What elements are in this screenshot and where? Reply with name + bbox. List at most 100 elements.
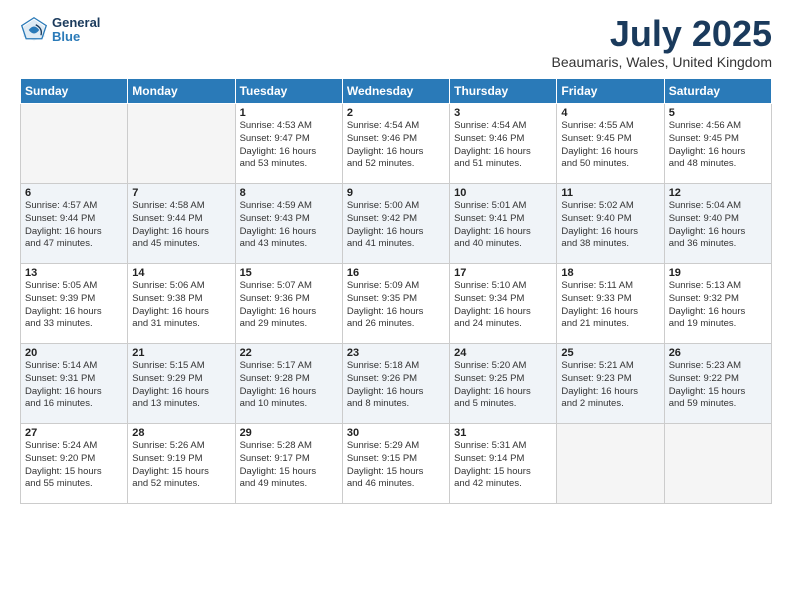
calendar-day-header: Friday	[557, 79, 664, 104]
day-number: 13	[25, 267, 123, 279]
calendar-day-header: Wednesday	[342, 79, 449, 104]
calendar-cell: 26Sunrise: 5:23 AM Sunset: 9:22 PM Dayli…	[664, 344, 771, 424]
day-number: 31	[454, 427, 552, 439]
day-number: 4	[561, 107, 659, 119]
day-number: 30	[347, 427, 445, 439]
calendar-cell: 17Sunrise: 5:10 AM Sunset: 9:34 PM Dayli…	[450, 264, 557, 344]
day-detail: Sunrise: 5:05 AM Sunset: 9:39 PM Dayligh…	[25, 280, 123, 331]
day-number: 20	[25, 347, 123, 359]
title-block: July 2025 Beaumaris, Wales, United Kingd…	[552, 16, 772, 70]
calendar-table: SundayMondayTuesdayWednesdayThursdayFrid…	[20, 78, 772, 504]
calendar-day-header: Tuesday	[235, 79, 342, 104]
day-detail: Sunrise: 5:06 AM Sunset: 9:38 PM Dayligh…	[132, 280, 230, 331]
day-number: 2	[347, 107, 445, 119]
calendar-cell: 3Sunrise: 4:54 AM Sunset: 9:46 PM Daylig…	[450, 104, 557, 184]
logo-general: General	[52, 16, 100, 30]
day-detail: Sunrise: 5:01 AM Sunset: 9:41 PM Dayligh…	[454, 200, 552, 251]
day-detail: Sunrise: 5:23 AM Sunset: 9:22 PM Dayligh…	[669, 360, 767, 411]
day-detail: Sunrise: 5:09 AM Sunset: 9:35 PM Dayligh…	[347, 280, 445, 331]
month-title: July 2025	[552, 16, 772, 52]
day-number: 22	[240, 347, 338, 359]
calendar-cell: 13Sunrise: 5:05 AM Sunset: 9:39 PM Dayli…	[21, 264, 128, 344]
calendar-cell: 9Sunrise: 5:00 AM Sunset: 9:42 PM Daylig…	[342, 184, 449, 264]
logo-blue: Blue	[52, 30, 100, 44]
calendar-day-header: Saturday	[664, 79, 771, 104]
day-number: 6	[25, 187, 123, 199]
page: General Blue July 2025 Beaumaris, Wales,…	[0, 0, 792, 612]
header: General Blue July 2025 Beaumaris, Wales,…	[20, 16, 772, 70]
day-number: 24	[454, 347, 552, 359]
day-number: 11	[561, 187, 659, 199]
calendar-cell: 16Sunrise: 5:09 AM Sunset: 9:35 PM Dayli…	[342, 264, 449, 344]
day-number: 15	[240, 267, 338, 279]
day-detail: Sunrise: 4:57 AM Sunset: 9:44 PM Dayligh…	[25, 200, 123, 251]
day-detail: Sunrise: 5:11 AM Sunset: 9:33 PM Dayligh…	[561, 280, 659, 331]
calendar-cell: 2Sunrise: 4:54 AM Sunset: 9:46 PM Daylig…	[342, 104, 449, 184]
day-number: 12	[669, 187, 767, 199]
day-detail: Sunrise: 4:53 AM Sunset: 9:47 PM Dayligh…	[240, 120, 338, 171]
logo: General Blue	[20, 16, 100, 45]
day-detail: Sunrise: 5:24 AM Sunset: 9:20 PM Dayligh…	[25, 440, 123, 491]
logo-text: General Blue	[52, 16, 100, 45]
calendar-week-row: 1Sunrise: 4:53 AM Sunset: 9:47 PM Daylig…	[21, 104, 772, 184]
calendar-cell: 21Sunrise: 5:15 AM Sunset: 9:29 PM Dayli…	[128, 344, 235, 424]
calendar-cell: 7Sunrise: 4:58 AM Sunset: 9:44 PM Daylig…	[128, 184, 235, 264]
day-number: 7	[132, 187, 230, 199]
calendar-cell: 31Sunrise: 5:31 AM Sunset: 9:14 PM Dayli…	[450, 424, 557, 504]
day-number: 9	[347, 187, 445, 199]
day-detail: Sunrise: 5:21 AM Sunset: 9:23 PM Dayligh…	[561, 360, 659, 411]
day-number: 28	[132, 427, 230, 439]
calendar-cell: 14Sunrise: 5:06 AM Sunset: 9:38 PM Dayli…	[128, 264, 235, 344]
day-number: 17	[454, 267, 552, 279]
calendar-cell: 24Sunrise: 5:20 AM Sunset: 9:25 PM Dayli…	[450, 344, 557, 424]
day-detail: Sunrise: 5:18 AM Sunset: 9:26 PM Dayligh…	[347, 360, 445, 411]
location: Beaumaris, Wales, United Kingdom	[552, 54, 772, 70]
calendar-header-row: SundayMondayTuesdayWednesdayThursdayFrid…	[21, 79, 772, 104]
day-detail: Sunrise: 5:00 AM Sunset: 9:42 PM Dayligh…	[347, 200, 445, 251]
calendar-day-header: Thursday	[450, 79, 557, 104]
calendar-cell: 23Sunrise: 5:18 AM Sunset: 9:26 PM Dayli…	[342, 344, 449, 424]
day-number: 29	[240, 427, 338, 439]
day-number: 5	[669, 107, 767, 119]
day-detail: Sunrise: 5:13 AM Sunset: 9:32 PM Dayligh…	[669, 280, 767, 331]
calendar-cell	[128, 104, 235, 184]
day-number: 1	[240, 107, 338, 119]
day-number: 16	[347, 267, 445, 279]
day-number: 25	[561, 347, 659, 359]
day-detail: Sunrise: 4:59 AM Sunset: 9:43 PM Dayligh…	[240, 200, 338, 251]
calendar-cell: 6Sunrise: 4:57 AM Sunset: 9:44 PM Daylig…	[21, 184, 128, 264]
day-detail: Sunrise: 4:56 AM Sunset: 9:45 PM Dayligh…	[669, 120, 767, 171]
calendar-cell: 1Sunrise: 4:53 AM Sunset: 9:47 PM Daylig…	[235, 104, 342, 184]
day-detail: Sunrise: 5:20 AM Sunset: 9:25 PM Dayligh…	[454, 360, 552, 411]
day-detail: Sunrise: 4:54 AM Sunset: 9:46 PM Dayligh…	[454, 120, 552, 171]
day-number: 14	[132, 267, 230, 279]
calendar-cell: 12Sunrise: 5:04 AM Sunset: 9:40 PM Dayli…	[664, 184, 771, 264]
day-detail: Sunrise: 4:54 AM Sunset: 9:46 PM Dayligh…	[347, 120, 445, 171]
day-detail: Sunrise: 5:28 AM Sunset: 9:17 PM Dayligh…	[240, 440, 338, 491]
day-detail: Sunrise: 5:02 AM Sunset: 9:40 PM Dayligh…	[561, 200, 659, 251]
calendar-day-header: Sunday	[21, 79, 128, 104]
day-detail: Sunrise: 5:29 AM Sunset: 9:15 PM Dayligh…	[347, 440, 445, 491]
day-number: 26	[669, 347, 767, 359]
day-number: 8	[240, 187, 338, 199]
calendar-day-header: Monday	[128, 79, 235, 104]
calendar-cell: 4Sunrise: 4:55 AM Sunset: 9:45 PM Daylig…	[557, 104, 664, 184]
calendar-week-row: 13Sunrise: 5:05 AM Sunset: 9:39 PM Dayli…	[21, 264, 772, 344]
day-detail: Sunrise: 5:31 AM Sunset: 9:14 PM Dayligh…	[454, 440, 552, 491]
day-detail: Sunrise: 5:14 AM Sunset: 9:31 PM Dayligh…	[25, 360, 123, 411]
calendar-cell: 28Sunrise: 5:26 AM Sunset: 9:19 PM Dayli…	[128, 424, 235, 504]
day-detail: Sunrise: 5:10 AM Sunset: 9:34 PM Dayligh…	[454, 280, 552, 331]
calendar-cell: 29Sunrise: 5:28 AM Sunset: 9:17 PM Dayli…	[235, 424, 342, 504]
calendar-cell: 11Sunrise: 5:02 AM Sunset: 9:40 PM Dayli…	[557, 184, 664, 264]
logo-icon	[20, 16, 48, 44]
day-detail: Sunrise: 5:04 AM Sunset: 9:40 PM Dayligh…	[669, 200, 767, 251]
day-number: 21	[132, 347, 230, 359]
calendar-cell: 18Sunrise: 5:11 AM Sunset: 9:33 PM Dayli…	[557, 264, 664, 344]
day-detail: Sunrise: 4:55 AM Sunset: 9:45 PM Dayligh…	[561, 120, 659, 171]
day-number: 18	[561, 267, 659, 279]
day-number: 10	[454, 187, 552, 199]
calendar-week-row: 27Sunrise: 5:24 AM Sunset: 9:20 PM Dayli…	[21, 424, 772, 504]
calendar-cell: 5Sunrise: 4:56 AM Sunset: 9:45 PM Daylig…	[664, 104, 771, 184]
calendar-cell	[664, 424, 771, 504]
day-number: 23	[347, 347, 445, 359]
